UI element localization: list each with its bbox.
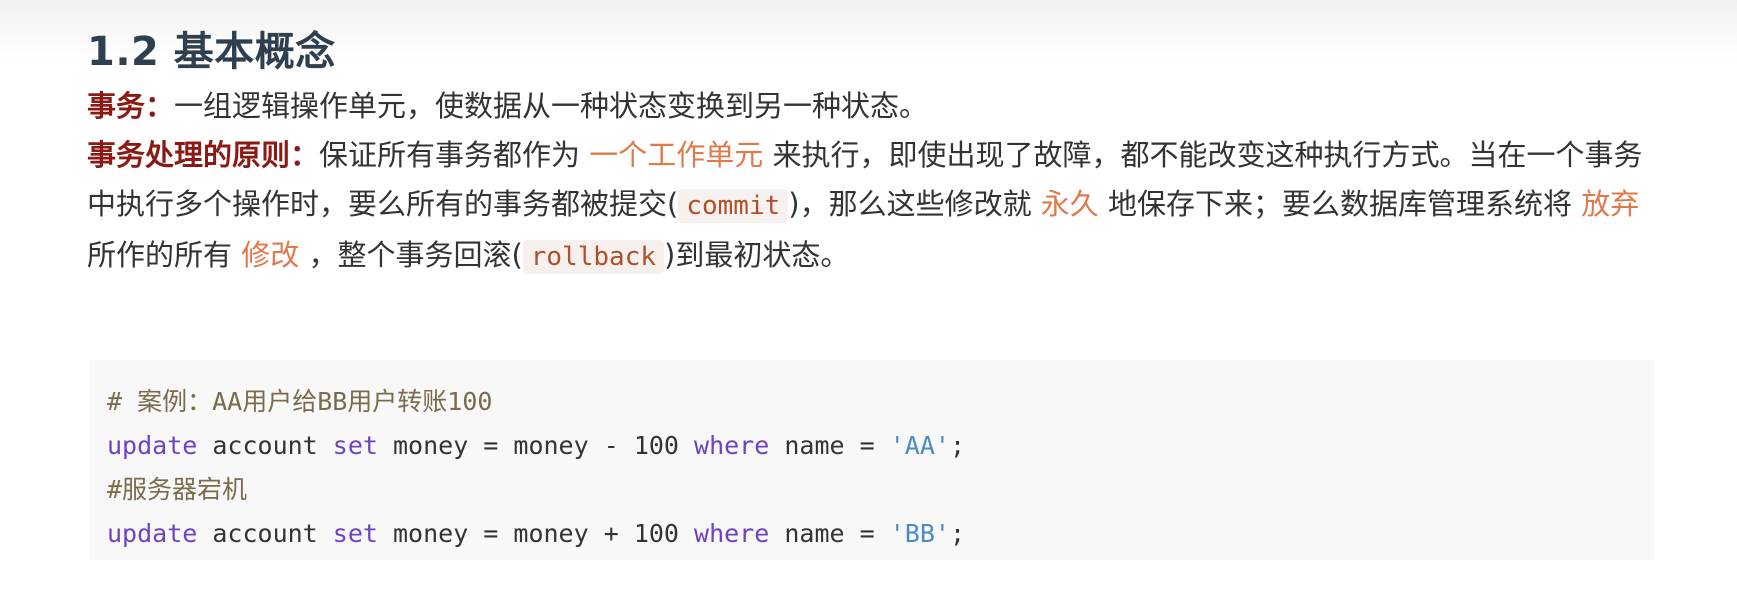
principle-text-6: ，整个事务回滚( <box>308 238 523 272</box>
code-string-aa: 'AA' <box>889 431 950 460</box>
term-transaction: 事务： <box>87 89 175 123</box>
code-semicolon: ; <box>949 431 965 460</box>
code-line-update-aa: update account set money = money - 100 w… <box>107 424 1654 468</box>
code-text: money = money - <box>377 431 634 460</box>
definition-text: 一组逻辑操作单元，使数据从一种状态变换到另一种状态。 <box>174 89 929 123</box>
term-principle: 事务处理的原则： <box>87 138 320 172</box>
highlight-permanent: 永久 <box>1031 187 1109 221</box>
code-text: account <box>197 431 333 460</box>
principle-text-3: )，那么这些修改就 <box>788 187 1032 221</box>
sql-code-block: # 案例：AA用户给BB用户转账100 update account set m… <box>89 360 1654 560</box>
inline-code-rollback: rollback <box>522 240 665 274</box>
highlight-work-unit: 一个工作单元 <box>580 138 773 172</box>
principle-text-7: )到最初状态。 <box>664 238 850 272</box>
code-number: 100 <box>633 431 679 460</box>
code-text: account <box>197 519 333 548</box>
code-keyword-update: update <box>107 431 198 460</box>
code-line-update-bb: update account set money = money + 100 w… <box>107 512 1654 556</box>
code-keyword-where: where <box>694 431 770 460</box>
code-keyword-where: where <box>694 519 770 548</box>
code-comment-example: # 案例：AA用户给BB用户转账100 <box>107 387 493 416</box>
code-keyword-set: set <box>332 519 378 548</box>
principle-text-4: 地保存下来；要么数据库管理系统将 <box>1108 187 1573 221</box>
principle-text-5: 所作的所有 <box>87 238 233 272</box>
code-text: money = money + <box>377 519 634 548</box>
code-comment-server-down: #服务器宕机 <box>107 475 248 504</box>
section-heading: 1.2 基本概念 <box>87 29 336 75</box>
inline-code-commit: commit <box>678 189 789 223</box>
code-semicolon: ; <box>949 519 965 548</box>
code-keyword-set: set <box>332 431 378 460</box>
transaction-definition: 事务：一组逻辑操作单元，使数据从一种状态变换到另一种状态。 <box>87 82 1667 131</box>
code-keyword-update: update <box>107 519 198 548</box>
highlight-modification: 修改 <box>232 238 309 272</box>
code-number: 100 <box>633 519 679 548</box>
code-string-bb: 'BB' <box>889 519 950 548</box>
code-text: name = <box>769 431 890 460</box>
code-text: name = <box>769 519 890 548</box>
document-content: 1.2 基本概念 事务：一组逻辑操作单元，使数据从一种状态变换到另一种状态。 事… <box>87 22 1667 282</box>
transaction-principle: 事务处理的原则：保证所有事务都作为 一个工作单元 来执行，即使出现了故障，都不能… <box>87 131 1667 282</box>
principle-text-1: 保证所有事务都作为 <box>319 138 581 172</box>
highlight-abandon: 放弃 <box>1572 187 1640 221</box>
